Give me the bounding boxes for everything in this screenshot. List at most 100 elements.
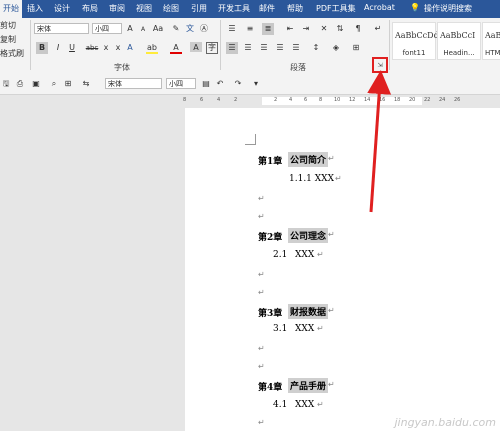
paragraph-mark: ↵ <box>258 270 265 279</box>
text-effects-icon[interactable]: A <box>124 42 136 54</box>
ribbon-tab-bar: 开始 插入 设计 布局 审阅 视图 绘图 引用 开发工具 邮件 帮助 PDF工具… <box>0 0 500 18</box>
sort-icon[interactable]: ⇅ <box>334 23 346 35</box>
chapter-number: 第2章 <box>258 233 283 243</box>
asian-typography-icon[interactable]: ↵ <box>372 23 384 35</box>
copy-button[interactable]: 复制 <box>0 34 16 45</box>
qat-font-size-combo[interactable]: 小四 <box>166 78 196 89</box>
paragraph-mark: ↵ <box>328 154 335 163</box>
superscript-button[interactable]: x <box>112 42 124 54</box>
decrease-indent-icon[interactable]: ⇤ <box>284 23 296 35</box>
ruler-tick: 24 <box>439 97 446 103</box>
ribbon: 剪切 复制 格式刷 宋体 小四 A A Aa ✎ 文 Ⓐ B I U abc x… <box>0 18 500 75</box>
enclose-characters-icon[interactable]: Ⓐ <box>198 23 210 35</box>
phonetic-guide-icon[interactable]: 文 <box>184 23 196 35</box>
tell-me-search[interactable]: 操作说明搜索 <box>424 3 472 14</box>
chapter-number: 第4章 <box>258 383 283 393</box>
chinese-layout-icon[interactable]: ✕ <box>318 23 330 35</box>
style-sample: AaBbCcDd <box>395 31 439 40</box>
tab-help[interactable]: 帮助 <box>287 3 303 14</box>
character-border-icon[interactable]: 字 <box>206 42 218 54</box>
find-icon[interactable]: ⌕ <box>48 78 60 90</box>
subscript-button[interactable]: x <box>100 42 112 54</box>
tab-insert[interactable]: 插入 <box>27 3 43 14</box>
character-shading-icon[interactable]: A <box>190 42 202 52</box>
ruler-tick: 2 <box>274 97 278 103</box>
italic-button[interactable]: I <box>52 42 64 54</box>
document-page[interactable]: 第1章 公司简介 ↵ 1.1.1 XXX ↵ ↵ ↵ 第2章 公司理念 ↵ 2.… <box>185 108 500 431</box>
tab-references[interactable]: 引用 <box>191 3 207 14</box>
underline-button[interactable]: U <box>66 42 78 54</box>
ruler-tick: 10 <box>334 97 341 103</box>
print-preview-icon[interactable]: ⎙ <box>14 78 26 90</box>
ruler-tick: 2 <box>234 97 238 103</box>
numbering-icon[interactable]: ≡ <box>244 23 256 35</box>
line-spacing-icon[interactable]: ↕ <box>310 42 322 54</box>
font-name-combo[interactable]: 宋体 <box>34 23 89 34</box>
change-case-button[interactable]: Aa <box>152 23 164 35</box>
paragraph-mark: ↵ <box>317 324 324 333</box>
font-size-combo[interactable]: 小四 <box>92 23 122 34</box>
format-painter-button[interactable]: 格式刷 <box>0 48 24 59</box>
tab-pdf-tools[interactable]: PDF工具集 <box>316 3 356 14</box>
highlight-color-icon[interactable]: ab <box>146 42 158 54</box>
ruler-tick: 6 <box>304 97 308 103</box>
tab-draw[interactable]: 绘图 <box>163 3 179 14</box>
borders-icon[interactable]: ⊞ <box>350 42 362 54</box>
style-font11[interactable]: AaBbCcDd font11 <box>392 22 439 60</box>
save-icon[interactable]: 🖫 <box>0 78 12 90</box>
ruler-tick: 12 <box>349 97 356 103</box>
table-icon[interactable]: ⊞ <box>62 78 74 90</box>
clear-formatting-icon[interactable]: ✎ <box>170 23 182 35</box>
justify-icon[interactable]: ☰ <box>274 42 286 54</box>
tab-review[interactable]: 审阅 <box>109 3 125 14</box>
spelling-icon[interactable]: ▣ <box>30 78 42 90</box>
style-html[interactable]: AaBbC HTM <box>482 22 500 60</box>
show-marks-icon[interactable]: ¶ <box>352 23 364 35</box>
workspace-background <box>0 95 183 431</box>
align-left-icon[interactable]: ☰ <box>226 42 238 54</box>
paragraph-mark: ↵ <box>328 306 335 315</box>
horizontal-ruler[interactable]: 8 6 4 2 2 4 6 8 10 12 14 16 18 20 22 24 … <box>183 95 500 107</box>
bold-button[interactable]: B <box>36 42 48 54</box>
increase-indent-icon[interactable]: ⇥ <box>300 23 312 35</box>
chapter-title: 产品手册 <box>288 378 329 393</box>
tab-view[interactable]: 视图 <box>136 3 152 14</box>
align-right-icon[interactable]: ☰ <box>258 42 270 54</box>
distributed-icon[interactable]: ☰ <box>290 42 302 54</box>
qat-font-name-combo[interactable]: 宋体 <box>105 78 162 89</box>
shading-icon[interactable]: ◈ <box>330 42 342 54</box>
paste-icon[interactable]: ▤ <box>200 78 212 90</box>
tab-layout[interactable]: 布局 <box>82 3 98 14</box>
quick-access-toolbar: 🖫 ⎙ ▣ ⌕ ⊞ ⇆ 宋体 小四 ▤ ↶ ↷ ▾ <box>0 74 500 95</box>
multilevel-list-icon[interactable]: ≣ <box>262 23 274 35</box>
font-group-label: 字体 <box>114 63 130 72</box>
align-center-icon[interactable]: ☰ <box>242 42 254 54</box>
cut-button[interactable]: 剪切 <box>0 20 16 31</box>
lightbulb-icon: 💡 <box>410 3 420 12</box>
annotation-highlight-box <box>372 57 388 73</box>
grow-font-button[interactable]: A <box>124 23 136 35</box>
undo-icon[interactable]: ↶ <box>214 78 226 90</box>
section-number: 2.1 <box>273 250 288 260</box>
customize-qat-icon[interactable]: ▾ <box>250 78 262 90</box>
tab-acrobat[interactable]: Acrobat <box>364 3 395 12</box>
chapter-number: 第3章 <box>258 309 283 319</box>
strikethrough-button[interactable]: abc <box>84 42 100 54</box>
style-name: Headin... <box>443 49 475 57</box>
tab-mailings[interactable]: 邮件 <box>259 3 275 14</box>
margin-corner-mark <box>245 134 256 145</box>
ruler-tick: 4 <box>217 97 221 103</box>
insert-row-icon[interactable]: ⇆ <box>80 78 92 90</box>
font-color-icon[interactable]: A <box>170 42 182 54</box>
bullets-icon[interactable]: ☰ <box>226 23 238 35</box>
style-heading[interactable]: AaBbCcI Headin... <box>437 22 481 60</box>
tab-home[interactable]: 开始 <box>0 0 22 18</box>
shrink-font-button[interactable]: A <box>137 24 149 36</box>
redo-icon[interactable]: ↷ <box>232 78 244 90</box>
tab-developer[interactable]: 开发工具 <box>218 3 250 14</box>
tab-design[interactable]: 设计 <box>54 3 70 14</box>
chapter-title: 公司简介 <box>288 152 329 167</box>
section-heading: XXX <box>295 250 315 260</box>
ruler-tick: 26 <box>454 97 461 103</box>
ruler-tick: 14 <box>364 97 371 103</box>
